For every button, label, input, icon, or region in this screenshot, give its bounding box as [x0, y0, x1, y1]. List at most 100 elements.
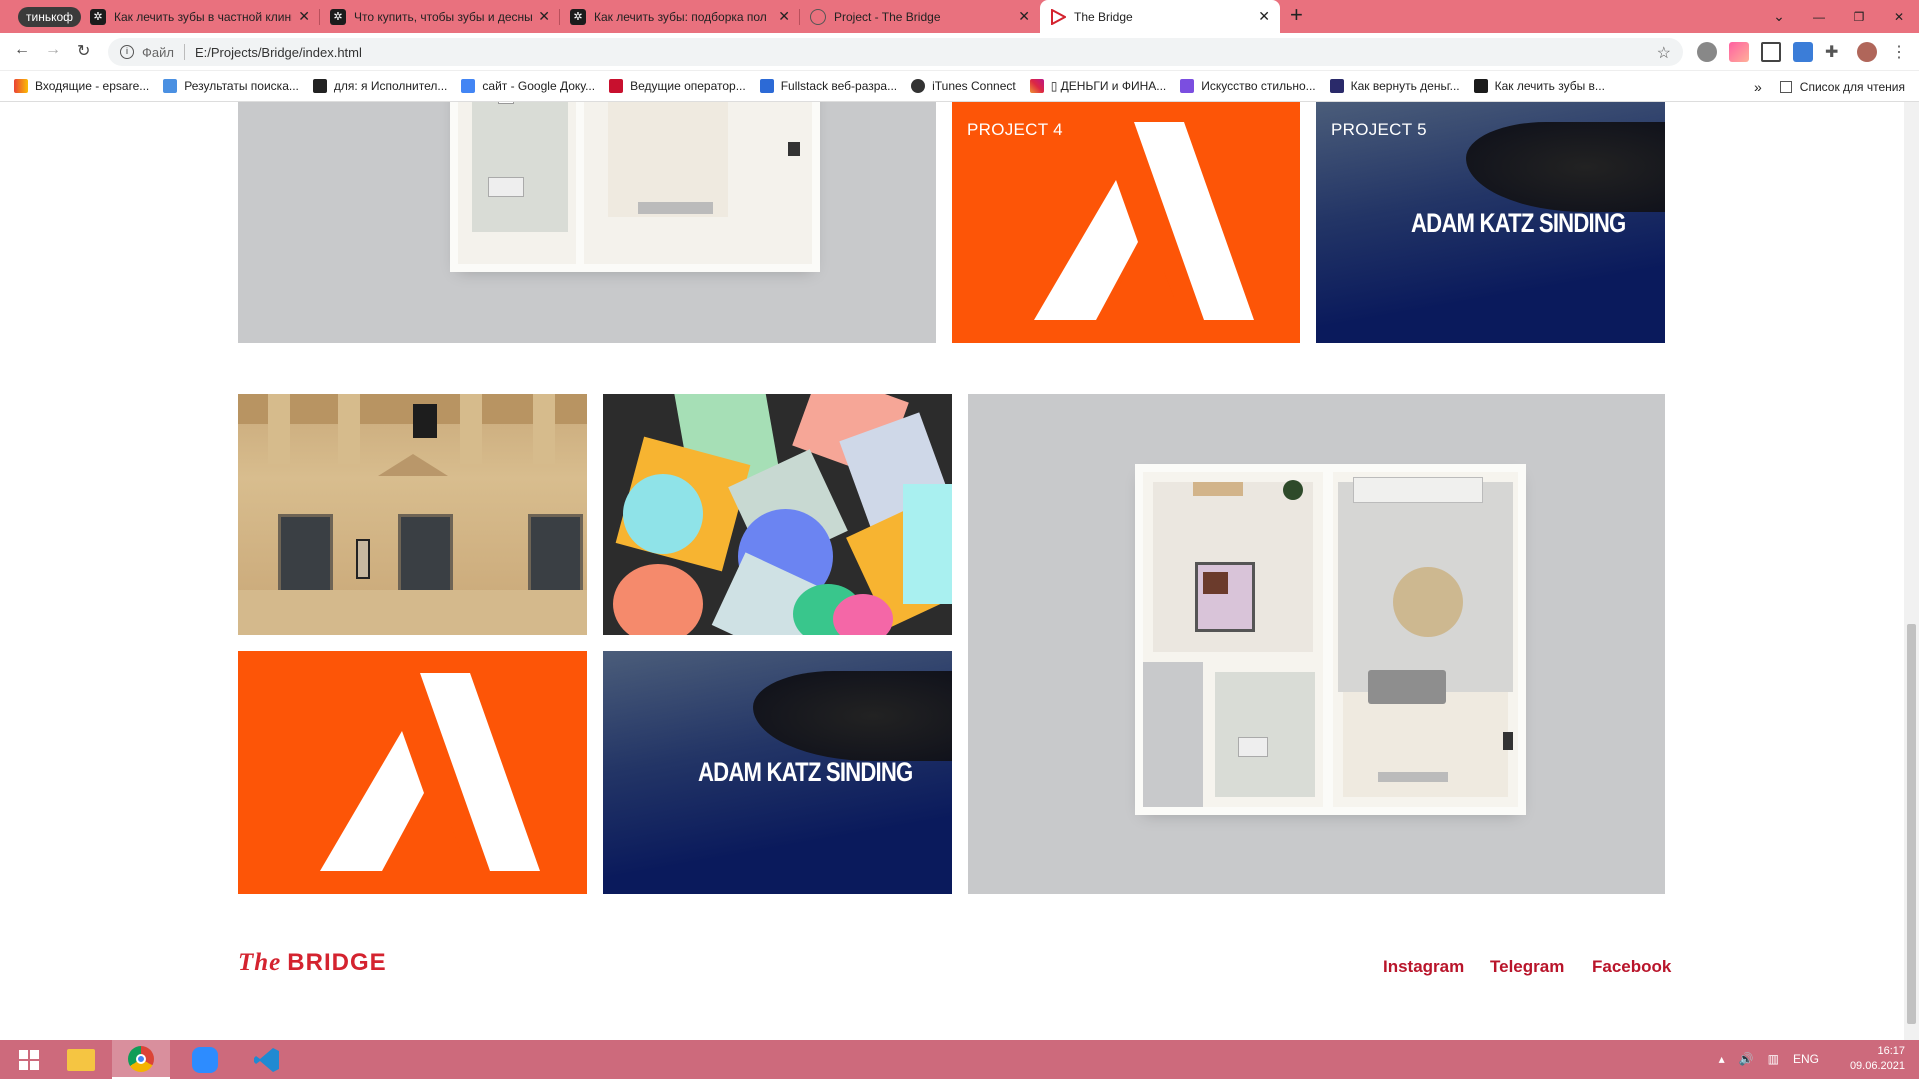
bookmark-item[interactable]: Как лечить зубы в... [1473, 79, 1605, 93]
network-icon[interactable]: ▥ [1768, 1052, 1779, 1066]
bookmark-star-icon[interactable]: ☆ [1657, 43, 1671, 63]
bookmark-label: ▯ ДЕНЬГИ и ФИНА... [1050, 79, 1167, 93]
globe-icon [810, 8, 826, 25]
teeth-icon [1473, 79, 1488, 93]
gmail-icon [14, 79, 28, 93]
tab-search-icon[interactable]: ⌄ [1759, 8, 1799, 25]
instagram-link[interactable]: Instagram [1383, 957, 1464, 977]
clock-date: 09.06.2021 [1849, 1060, 1905, 1072]
bookmark-item[interactable]: ▯ ДЕНЬГИ и ФИНА... [1029, 79, 1167, 93]
close-tab-icon[interactable]: ✕ [1258, 8, 1270, 25]
close-tab-icon[interactable]: ✕ [298, 8, 310, 25]
adam-katz-tile[interactable]: ADAM KATZ SINDING [603, 651, 952, 894]
back-arrow-icon[interactable]: ← [14, 41, 30, 59]
chrome-icon[interactable] [112, 1040, 170, 1079]
browser-toolbar: ← → ↻ i Файл E:/Projects/Bridge/index.ht… [0, 33, 1919, 71]
scattered-cards-tile[interactable] [603, 394, 952, 635]
bookmark-item[interactable]: Результаты поиска... [163, 79, 299, 93]
gloved-hands-image [1466, 122, 1665, 212]
bookmark-item[interactable]: Fullstack веб-разра... [759, 79, 898, 93]
tab-title: Как лечить зубы в частной клини [114, 9, 293, 24]
close-tab-icon[interactable]: ✕ [1018, 8, 1030, 25]
orange-a-tile[interactable] [238, 651, 587, 894]
bookmarks-overflow-icon[interactable]: » [1754, 79, 1762, 95]
bookmark-item[interactable]: Входящие - epsare... [14, 79, 149, 93]
close-tab-icon[interactable]: ✕ [538, 8, 550, 25]
bookmarks-bar: Входящие - epsare... Результаты поиска..… [0, 71, 1919, 102]
tab-3[interactable]: ✲ Как лечить зубы: подборка пол ✕ [560, 0, 800, 33]
tray-overflow-icon[interactable]: ▴ [1719, 1052, 1725, 1066]
a-logo-icon [320, 673, 540, 871]
file-explorer-icon[interactable] [52, 1040, 110, 1079]
bookmark-label: Fullstack веб-разра... [780, 79, 898, 93]
new-tab-button[interactable]: + [1290, 2, 1303, 28]
bookmark-item[interactable]: для: я Исполнител... [312, 79, 448, 93]
windows-start-icon[interactable] [0, 1040, 58, 1079]
footer-logo[interactable]: The BRIDGE [238, 949, 387, 977]
reading-list-button[interactable]: Список для чтения [1800, 80, 1905, 94]
floorplan-large-tile[interactable] [968, 394, 1665, 894]
bookmark-label: Ведущие оператор... [630, 79, 746, 93]
system-tray: ▴ 🔊 ▥ ENG [1719, 1052, 1819, 1066]
screenshot-extension-icon[interactable] [1761, 42, 1781, 62]
bookmark-label: для: я Исполнител... [333, 79, 448, 93]
menu-kebab-icon[interactable]: ⋮ [1889, 42, 1909, 62]
address-bar[interactable]: i Файл E:/Projects/Bridge/index.html ☆ [108, 38, 1683, 66]
tab-title: The Bridge [1074, 9, 1133, 24]
scrollbar-thumb[interactable] [1907, 624, 1916, 1024]
close-tab-icon[interactable]: ✕ [778, 8, 790, 25]
forward-arrow-icon[interactable]: → [45, 41, 61, 59]
reload-icon[interactable]: ↻ [77, 41, 90, 61]
facebook-link[interactable]: Facebook [1592, 957, 1671, 977]
tab-group-chip[interactable]: тинькоф [18, 7, 82, 27]
language-indicator[interactable]: ENG [1793, 1052, 1819, 1066]
extension-icon[interactable] [1697, 42, 1717, 62]
project-tile-floorplan-top[interactable] [238, 102, 936, 343]
page-viewport: PROJECT 4 ADAM KATZ SINDING PROJECT 5 AD… [0, 102, 1904, 1040]
project-4-tile[interactable]: PROJECT 4 [952, 102, 1300, 343]
floorplan-image [458, 102, 812, 264]
bookmark-item[interactable]: сайт - Google Доку... [461, 79, 595, 93]
restore-button[interactable]: ❐ [1839, 10, 1879, 24]
google-docs-icon [461, 79, 476, 93]
url-text[interactable]: E:/Projects/Bridge/index.html [195, 45, 362, 60]
project-5-tile[interactable]: ADAM KATZ SINDING PROJECT 5 [1316, 102, 1665, 343]
tab-1[interactable]: ✲ Как лечить зубы в частной клини ✕ [80, 0, 320, 33]
museum-facade-tile[interactable] [238, 394, 587, 635]
tab-2[interactable]: ✲ Что купить, чтобы зубы и десны ✕ [320, 0, 560, 33]
clock-time: 16:17 [1877, 1045, 1905, 1057]
tab-4[interactable]: Project - The Bridge ✕ [800, 0, 1040, 33]
bookmark-item[interactable]: Ведущие оператор... [609, 79, 746, 93]
translate-extension-icon[interactable] [1793, 42, 1813, 62]
close-window-button[interactable]: ✕ [1879, 10, 1919, 24]
favicon-icon: ✲ [90, 8, 106, 25]
tab-strip: тинькоф ✲ Как лечить зубы в частной клин… [0, 0, 1919, 33]
minimize-button[interactable]: — [1799, 10, 1839, 24]
vscode-icon[interactable] [238, 1040, 296, 1079]
favicon-icon: ✲ [330, 8, 346, 25]
bookmark-label: Результаты поиска... [184, 79, 299, 93]
operator-icon [609, 79, 624, 93]
zoom-icon[interactable] [176, 1040, 234, 1079]
bookmark-item[interactable]: Как вернуть деньг... [1329, 79, 1460, 93]
floorplan-image [1143, 472, 1518, 807]
gloved-hands-image [753, 671, 952, 761]
speaker-icon[interactable]: 🔊 [1739, 1052, 1754, 1066]
fullstack-icon [759, 79, 774, 93]
window-controls: ⌄ — ❐ ✕ [1759, 0, 1919, 33]
info-icon[interactable]: i [120, 45, 134, 59]
adam-katz-text: ADAM KATZ SINDING [1411, 208, 1626, 238]
puzzle-extensions-icon[interactable]: ✚ [1825, 42, 1845, 62]
extension-icon[interactable] [1729, 42, 1749, 62]
clock[interactable]: 16:17 09.06.2021 [1850, 1044, 1905, 1074]
bookmark-item[interactable]: iTunes Connect [911, 79, 1016, 93]
divider [183, 44, 185, 60]
page-scrollbar[interactable] [1904, 102, 1919, 1040]
logo-word: BRIDGE [287, 949, 387, 976]
tab-5-active[interactable]: The Bridge ✕ [1040, 0, 1280, 33]
project-label: PROJECT 5 [1331, 120, 1427, 139]
play-icon [1050, 7, 1068, 26]
bookmark-item[interactable]: Искусство стильно... [1180, 79, 1316, 93]
profile-avatar[interactable] [1857, 42, 1877, 62]
telegram-link[interactable]: Telegram [1490, 957, 1564, 977]
